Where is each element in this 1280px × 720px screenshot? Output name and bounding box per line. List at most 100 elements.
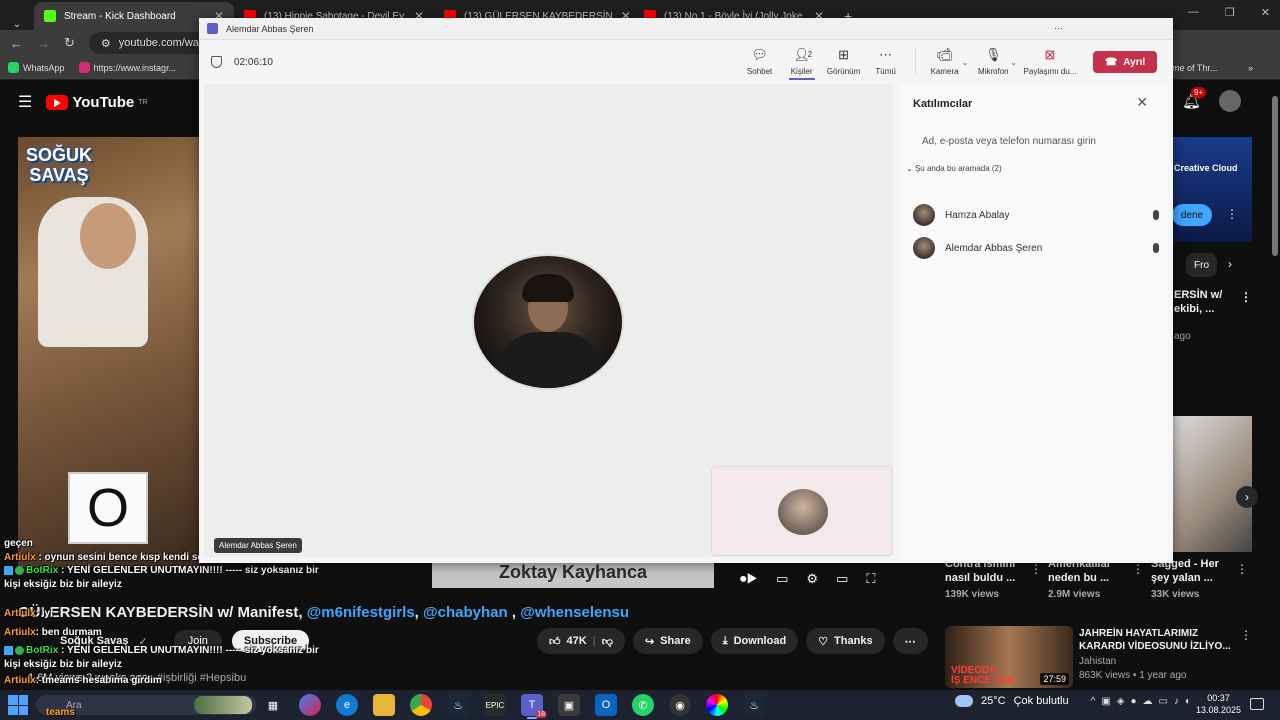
maximize-icon[interactable]: ❐	[1225, 6, 1235, 19]
cloud-icon[interactable]: ☁	[1143, 696, 1153, 707]
bottom-more-icon[interactable]: ⋮	[1132, 562, 1144, 576]
share-button[interactable]: ↪ Share	[632, 628, 703, 654]
windows-start-icon[interactable]	[8, 695, 28, 715]
epic-games-icon[interactable]: EPIC	[484, 694, 506, 716]
thanks-button[interactable]: ♡ Thanks	[806, 628, 885, 654]
people-button[interactable]: 👤︎ 2 Kişiler	[781, 44, 823, 80]
account-avatar[interactable]	[1219, 90, 1242, 112]
thumbnail-overlay-text: VİDEODA İŞ ENCE VAR	[951, 666, 1014, 686]
chat-line: BotRix : YENİ GELENLER UNUTMAYIN!!!! ---…	[4, 564, 444, 578]
share-screen-button[interactable]: ⊠ Paylaşımı du...	[1021, 44, 1079, 80]
teams-icon[interactable]: T 18	[521, 694, 547, 719]
leave-call-button[interactable]: ☎ Ayrıl	[1093, 51, 1157, 73]
more-actions-icon[interactable]: ⋯	[892, 628, 928, 654]
thumbs-down-icon[interactable]: 👎︎	[602, 635, 613, 648]
chips-next-icon[interactable]: ›	[1228, 257, 1232, 271]
reload-icon[interactable]: ↻	[64, 35, 75, 51]
steam-icon[interactable]: ♨	[447, 694, 469, 716]
participant-name: Hamza Abalay	[945, 209, 1010, 221]
temperature[interactable]: 25°C	[981, 695, 1006, 707]
edge-icon[interactable]: e	[336, 694, 358, 716]
tab-search-icon[interactable]: ⌄	[0, 19, 34, 30]
theater-mode-icon[interactable]: ▭	[836, 571, 848, 587]
copilot-icon[interactable]	[299, 694, 321, 716]
page-scrollbar[interactable]	[1272, 96, 1278, 256]
youtube-logo[interactable]: YouTube TR	[46, 93, 148, 111]
rec-more-icon[interactable]: ⋮	[1240, 628, 1252, 642]
bookmark-instagram[interactable]: https://www.instagr...	[78, 62, 176, 73]
chat-user: Artiulx	[4, 626, 36, 638]
view-button[interactable]: ⊞ Görünüm	[823, 44, 865, 80]
outlook-icon[interactable]: O	[595, 694, 617, 716]
close-icon[interactable]: ✕	[1136, 94, 1148, 111]
ad-cta-button[interactable]: dene	[1172, 204, 1212, 226]
weather-condition[interactable]: Çok bulutlu	[1014, 695, 1069, 707]
rec-title-line: JAHREİN HAYATLARIMIZ	[1079, 628, 1199, 639]
participant-video-tile[interactable]	[472, 254, 624, 390]
side-more-icon[interactable]: ⋮	[1240, 290, 1252, 304]
show-logo-line1: SOĞUK	[26, 145, 93, 165]
fullscreen-icon[interactable]: ⛶	[866, 571, 875, 587]
like-button[interactable]: 👍︎ 47K | 👎︎	[537, 628, 625, 654]
carousel-next-icon[interactable]: ›	[1236, 486, 1258, 508]
in-call-section[interactable]: ⌄ Şu anda bu aramada (2)	[906, 164, 1002, 173]
more-bookmarks-icon[interactable]: »	[1248, 63, 1253, 73]
side-thumbnail[interactable]	[1172, 416, 1252, 552]
self-view-tile[interactable]	[711, 466, 893, 556]
camera-button[interactable]: 📹︎ Kamera	[924, 44, 966, 80]
youtube-logo-text: YouTube	[72, 93, 135, 111]
subtitles-icon[interactable]: ▭	[776, 571, 788, 587]
taskbar-clock[interactable]: 00:37 13.08.2025	[1196, 692, 1241, 716]
title-tag-link[interactable]: @whenselensu	[520, 604, 629, 621]
minimize-icon[interactable]: —	[1188, 6, 1199, 19]
tray-app-icon[interactable]: ▣	[1101, 696, 1110, 707]
invite-input[interactable]: Ad, e-posta veya telefon numarası girin	[922, 136, 1096, 147]
side-video-title[interactable]: ERSİN w/ ekibi, ...	[1174, 288, 1222, 316]
participant-row[interactable]: Alemdar Abbas Şeren	[913, 237, 1159, 259]
bottom-views: 2.9M views	[1048, 589, 1101, 600]
notification-center-icon[interactable]	[1250, 698, 1264, 710]
close-window-icon[interactable]: ✕	[1261, 6, 1270, 19]
forward-icon[interactable]: →	[37, 36, 50, 51]
mic-button[interactable]: 🎙︎ Mikrofon	[972, 44, 1014, 80]
bottom-more-icon[interactable]: ⋮	[1236, 562, 1248, 576]
notifications-icon[interactable]: 🔔︎ 9+	[1182, 87, 1207, 110]
settings-icon[interactable]: ⚙	[806, 571, 818, 587]
bookmark-whatsapp[interactable]: WhatsApp	[8, 62, 65, 73]
ad-more-icon[interactable]: ⋮	[1226, 207, 1238, 221]
steam-icon[interactable]: ♨	[743, 694, 765, 716]
recommended-thumbnail[interactable]: VİDEODA İŞ ENCE VAR 27:59	[945, 626, 1073, 688]
network-icon[interactable]: ▭	[1159, 696, 1168, 707]
task-view-icon[interactable]: ▦	[262, 694, 284, 716]
chat-button[interactable]: 💬︎ Sohbet	[739, 44, 781, 80]
weather-cloud-icon[interactable]	[955, 695, 973, 707]
whatsapp-icon[interactable]: ✆	[632, 694, 654, 716]
color-app-icon[interactable]	[706, 694, 728, 716]
bookmark-threads[interactable]: me of Thr...	[1172, 63, 1217, 73]
obs-icon[interactable]: ◉	[669, 694, 691, 716]
teams-more-icon[interactable]: ⋯	[1054, 23, 1063, 34]
participant-row[interactable]: Hamza Abalay	[913, 204, 1159, 226]
recommended-title[interactable]: JAHREİN HAYATLARIMIZ KARARDI VİDEOSUNU İ…	[1079, 627, 1231, 653]
address-bar[interactable]: ⚙ youtube.com/wa	[88, 32, 209, 54]
bottom-more-icon[interactable]: ⋮	[1030, 562, 1042, 576]
tray-app-icon[interactable]: ◈	[1117, 696, 1125, 707]
back-icon[interactable]: ←	[10, 36, 23, 51]
autoplay-toggle-icon[interactable]: ⏺▶	[740, 571, 758, 587]
file-explorer-icon[interactable]	[373, 694, 395, 716]
speaker-icon[interactable]: ◐	[1185, 696, 1191, 707]
site-info-icon[interactable]: ⚙	[101, 37, 111, 50]
chrome-icon[interactable]	[410, 694, 432, 716]
thanks-label: Thanks	[834, 635, 873, 647]
chevron-up-icon[interactable]: ^	[1091, 696, 1096, 707]
menu-icon[interactable]: ☰	[18, 92, 32, 112]
volume-icon[interactable]: ♪	[1174, 696, 1179, 707]
microphone-icon[interactable]: ●	[1130, 696, 1136, 707]
more-button[interactable]: ⋯ Tümü	[865, 44, 907, 80]
rec-channel[interactable]: Jahistan	[1079, 656, 1116, 667]
download-button[interactable]: ⤓ Download	[710, 628, 799, 654]
store-icon[interactable]: ▣	[558, 694, 580, 716]
filter-chip[interactable]: Fro	[1186, 253, 1217, 277]
bottom-title: neden bu ...	[1048, 572, 1110, 584]
ad-banner[interactable]: Creative Cloud	[1172, 137, 1252, 242]
